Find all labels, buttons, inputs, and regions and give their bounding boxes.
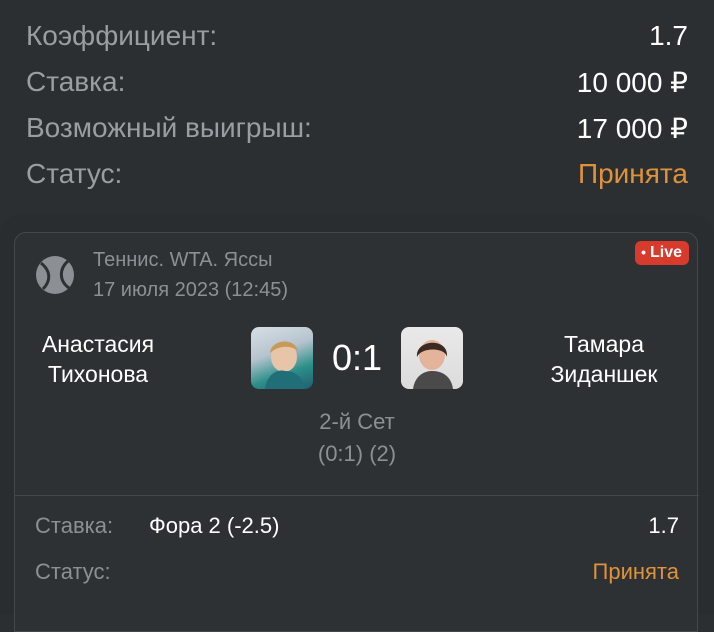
bet-market: Фора 2 (-2.5)	[149, 513, 280, 538]
coefficient-label: Коэффициент:	[26, 20, 218, 51]
bet-odds: 1.7	[648, 513, 679, 538]
player-2-avatar	[401, 327, 463, 389]
player-1-name: Анастасия Тихонова	[41, 331, 155, 387]
player-2-name: Тамара Зиданшек	[550, 331, 658, 387]
bet-summary: Коэффициент: 1.7 Ставка: 10 000 ₽ Возмож…	[0, 0, 714, 214]
possible-win-label: Возможный выигрыш:	[26, 112, 312, 143]
bet-status-value: Принята	[592, 559, 679, 584]
tennis-ball-icon	[36, 256, 74, 294]
status-row: Статус: Принята	[26, 154, 688, 194]
player-2-photo	[413, 340, 453, 389]
live-label: Live	[649, 244, 682, 261]
stake-label: Ставка:	[26, 66, 126, 97]
live-dot-icon: •	[641, 244, 646, 260]
stake-value: 10 000 ₽	[576, 66, 688, 98]
event-card: Теннис. WTA. Яссы 17 июля 2023 (12:45) •…	[0, 214, 714, 632]
event-date: 17 июля 2023 (12:45)	[93, 279, 289, 301]
status-value: Принята	[577, 158, 688, 189]
status-label: Статус:	[26, 158, 123, 189]
stake-row: Ставка: 10 000 ₽	[26, 62, 688, 102]
coefficient-row: Коэффициент: 1.7	[26, 16, 688, 56]
player-1-avatar	[251, 327, 313, 389]
event-card-inner[interactable]: Теннис. WTA. Яссы 17 июля 2023 (12:45) •…	[14, 232, 699, 632]
possible-win-row: Возможный выигрыш: 17 000 ₽	[26, 108, 688, 148]
card-divider	[15, 495, 699, 496]
live-badge: • Live	[635, 241, 689, 265]
set-info: 2-й Сет	[319, 409, 395, 434]
bet-status-label: Статус:	[35, 559, 111, 584]
set-score: (0:1) (2)	[317, 441, 397, 466]
player-1-photo	[265, 341, 305, 389]
coefficient-value: 1.7	[649, 20, 688, 51]
match-score: 0:1	[331, 337, 383, 378]
league-name: Теннис. WTA. Яссы	[93, 249, 273, 271]
bet-label: Ставка:	[35, 513, 114, 538]
possible-win-value: 17 000 ₽	[576, 112, 688, 144]
